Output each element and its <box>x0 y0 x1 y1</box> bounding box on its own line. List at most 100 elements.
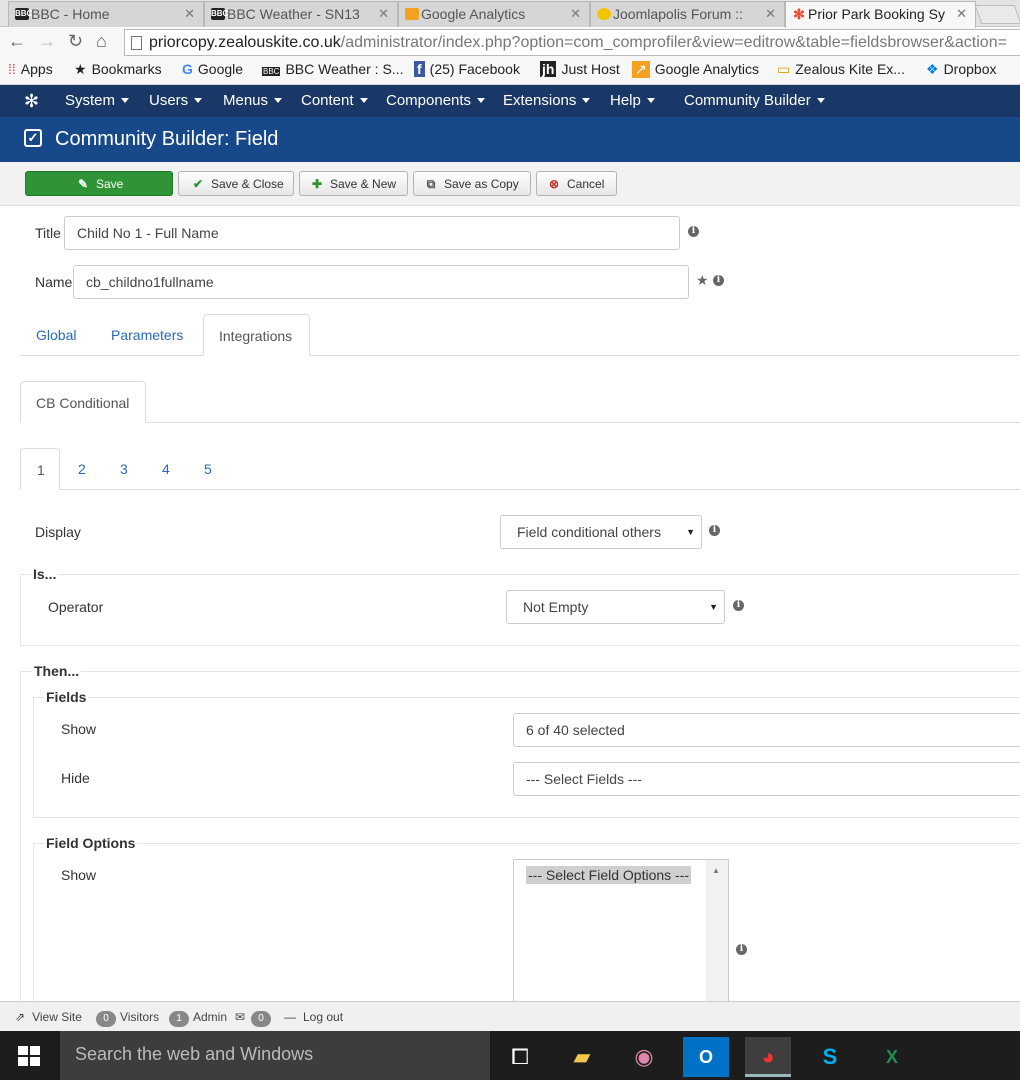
google-icon: G <box>182 61 193 77</box>
main-tabs: Global Parameters Integrations <box>20 314 1020 356</box>
caret-down-icon <box>477 98 486 103</box>
tab-condition-4[interactable]: 4 <box>162 461 170 477</box>
name-label: Name <box>35 274 73 290</box>
caret-down-icon <box>816 98 825 103</box>
tab-integrations[interactable]: Integrations <box>203 314 310 356</box>
bookmark-google[interactable]: G Google <box>182 61 243 77</box>
operator-select[interactable]: Not Empty ▼ <box>506 590 725 624</box>
menu-system[interactable]: System <box>65 92 130 109</box>
fields-hide-label: Hide <box>61 770 90 786</box>
windows-start-icon[interactable] <box>18 1046 40 1066</box>
bookmark-bookmarks[interactable]: ★ Bookmarks <box>74 61 162 78</box>
media-player-icon[interactable]: ◉ <box>621 1037 667 1077</box>
close-icon[interactable]: ✕ <box>570 6 581 22</box>
title-input[interactable]: Child No 1 - Full Name <box>64 216 680 250</box>
save-close-button[interactable]: ✔ Save & Close <box>178 171 294 196</box>
fields-show-multiselect[interactable]: 6 of 40 selected <box>513 713 1020 747</box>
field-options-legend: Field Options <box>44 835 138 851</box>
tab-global[interactable]: Global <box>36 327 76 343</box>
reload-icon[interactable]: ↻ <box>68 31 83 52</box>
facebook-icon: f <box>414 61 425 77</box>
address-bar: ← → ↻ ⌂ priorcopy.zealouskite.co.uk/admi… <box>0 28 1020 58</box>
fields-legend: Fields <box>44 689 89 705</box>
info-icon[interactable]: i <box>736 944 747 955</box>
bbc-icon: BBC <box>15 8 33 20</box>
save-button[interactable]: ✎ Save <box>25 171 173 196</box>
menu-users[interactable]: Users <box>149 92 203 109</box>
justhost-icon: jh <box>540 61 557 77</box>
visitors-badge: 0 <box>96 1011 116 1027</box>
admin-status: 1 Admin <box>169 1010 227 1027</box>
task-view-icon[interactable]: ⧠ <box>497 1037 543 1077</box>
info-icon[interactable]: i <box>688 226 699 237</box>
messages-status[interactable]: ✉ 0 <box>235 1010 275 1027</box>
list-option[interactable]: --- Select Field Options --- <box>526 866 692 884</box>
tab-condition-3[interactable]: 3 <box>120 461 128 477</box>
browser-tab[interactable]: Google Analytics ✕ <box>398 1 590 27</box>
skype-icon[interactable]: S <box>807 1037 853 1077</box>
info-icon[interactable]: i <box>709 525 720 536</box>
messages-badge: 0 <box>251 1011 272 1027</box>
tab-parameters[interactable]: Parameters <box>111 327 183 343</box>
check-icon: ✔ <box>192 177 204 191</box>
excel-icon[interactable]: X <box>869 1037 915 1077</box>
fields-hide-multiselect[interactable]: --- Select Fields --- <box>513 762 1020 796</box>
info-icon[interactable]: i <box>713 275 724 286</box>
file-explorer-icon[interactable]: ▰ <box>559 1037 605 1077</box>
menu-extensions[interactable]: Extensions <box>503 92 591 109</box>
scroll-up-icon[interactable]: ▲ <box>712 866 720 875</box>
tab-condition-2[interactable]: 2 <box>78 461 86 477</box>
cancel-icon: ⊗ <box>548 177 560 191</box>
menu-components[interactable]: Components <box>386 92 486 109</box>
browser-tab[interactable]: BBC BBC Weather - SN13 ✕ <box>204 1 398 27</box>
browser-tab-active[interactable]: ✻ Prior Park Booking Sy ✕ <box>785 1 976 28</box>
bookmark-google-analytics[interactable]: ↗ Google Analytics <box>632 61 759 78</box>
menu-content[interactable]: Content <box>301 92 368 109</box>
tab-condition-5[interactable]: 5 <box>204 461 212 477</box>
joomla-icon[interactable]: ✻ <box>24 91 39 112</box>
tab-condition-1[interactable]: 1 <box>20 448 60 490</box>
condition-tabs: 1 2 3 4 5 <box>20 448 1020 490</box>
field-options-listbox[interactable]: --- Select Field Options --- ▲ <box>513 859 729 1004</box>
edit-icon: ✎ <box>77 177 89 191</box>
page-title: Community Builder: Field <box>55 128 279 150</box>
back-icon[interactable]: ← <box>8 31 26 52</box>
close-icon[interactable]: ✕ <box>378 6 389 22</box>
save-new-button[interactable]: ✚ Save & New <box>299 171 408 196</box>
cancel-button[interactable]: ⊗ Cancel <box>536 171 617 196</box>
new-tab-button[interactable] <box>974 5 1020 24</box>
home-icon[interactable]: ⌂ <box>96 31 107 52</box>
menu-menus[interactable]: Menus <box>223 92 283 109</box>
browser-tab[interactable]: BBC BBC - Home ✕ <box>8 1 204 27</box>
admin-badge: 1 <box>169 1011 189 1027</box>
field-options-show-label: Show <box>61 867 97 883</box>
chrome-icon[interactable]: ◕ <box>745 1037 791 1077</box>
close-icon[interactable]: ✕ <box>765 6 776 22</box>
bookmark-bbc-weather[interactable]: BBC BBC Weather : S... <box>262 61 403 77</box>
logout-link[interactable]: — Log out <box>284 1010 343 1024</box>
close-icon[interactable]: ✕ <box>184 6 195 22</box>
forward-icon[interactable]: → <box>38 31 56 52</box>
scrollbar[interactable]: ▲ <box>706 860 728 1003</box>
name-input[interactable]: cb_childno1fullname <box>73 265 689 299</box>
plus-icon: ✚ <box>311 177 323 191</box>
menu-help[interactable]: Help <box>610 92 655 109</box>
bookmark-zealous-kite[interactable]: ▭ Zealous Kite Ex... <box>777 61 905 78</box>
bookmark-dropbox[interactable]: ❖ Dropbox <box>926 61 996 78</box>
save-as-copy-button[interactable]: ⧉ Save as Copy <box>413 171 531 196</box>
display-select[interactable]: Field conditional others ▼ <box>500 515 702 549</box>
apps-grid-icon: ⁞⁞ <box>8 61 16 77</box>
info-icon[interactable]: i <box>733 600 744 611</box>
outlook-icon[interactable]: O <box>683 1037 729 1077</box>
view-site-link[interactable]: ⇗ View Site <box>15 1010 82 1024</box>
bookmark-just-host[interactable]: jh Just Host <box>540 61 620 77</box>
browser-tab[interactable]: Joomlapolis Forum :: ✕ <box>590 1 785 27</box>
bookmark-facebook[interactable]: f (25) Facebook <box>414 61 520 77</box>
taskbar-search-input[interactable]: Search the web and Windows <box>60 1031 490 1080</box>
url-input[interactable]: priorcopy.zealouskite.co.uk/administrato… <box>124 29 1020 56</box>
bookmark-apps[interactable]: ⁞⁞ Apps <box>8 61 53 77</box>
close-icon[interactable]: ✕ <box>956 6 967 22</box>
menu-community-builder[interactable]: Community Builder <box>684 92 825 109</box>
dropdown-arrow-icon: ▼ <box>686 527 695 537</box>
tab-cb-conditional[interactable]: CB Conditional <box>20 381 146 423</box>
